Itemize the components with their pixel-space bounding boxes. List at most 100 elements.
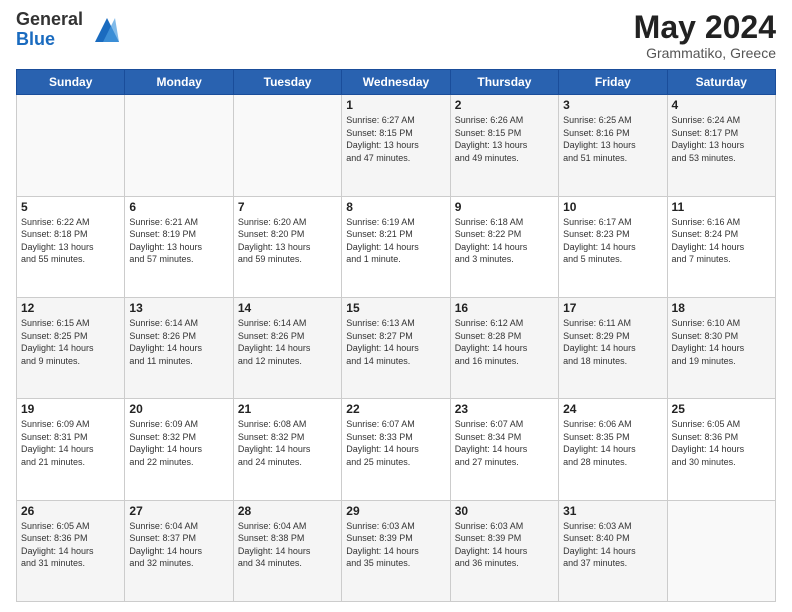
day-info: Sunrise: 6:04 AM Sunset: 8:37 PM Dayligh… [129, 520, 228, 570]
day-info: Sunrise: 6:09 AM Sunset: 8:31 PM Dayligh… [21, 418, 120, 468]
day-number: 3 [563, 98, 662, 112]
calendar-cell: 30 Sunrise: 6:03 AM Sunset: 8:39 PM Dayli… [450, 500, 558, 601]
day-number: 12 [21, 301, 120, 315]
calendar-cell [233, 95, 341, 196]
calendar-cell: 11Sunrise: 6:16 AM Sunset: 8:24 PM Dayli… [667, 196, 775, 297]
day-info: Sunrise: 6:21 AM Sunset: 8:19 PM Dayligh… [129, 216, 228, 266]
calendar-cell: 21 Sunrise: 6:08 AM Sunset: 8:32 PM Dayli… [233, 399, 341, 500]
calendar-cell: 23 Sunrise: 6:07 AM Sunset: 8:34 PM Dayli… [450, 399, 558, 500]
calendar-cell: 19 Sunrise: 6:09 AM Sunset: 8:31 PM Dayli… [17, 399, 125, 500]
day-info: Sunrise: 6:10 AM Sunset: 8:30 PM Dayligh… [672, 317, 771, 367]
location-subtitle: Grammatiko, Greece [634, 45, 776, 61]
day-number: 27 [129, 504, 228, 518]
calendar-cell: 29Sunrise: 6:03 AM Sunset: 8:39 PM Dayli… [342, 500, 450, 601]
day-info: Sunrise: 6:13 AM Sunset: 8:27 PM Dayligh… [346, 317, 445, 367]
day-info: Sunrise: 6:07 AM Sunset: 8:33 PM Dayligh… [346, 418, 445, 468]
logo-icon [87, 14, 119, 46]
calendar-cell [667, 500, 775, 601]
page: General Blue May 2024 Grammatiko, Greece… [0, 0, 792, 612]
calendar-cell: 1 Sunrise: 6:27 AM Sunset: 8:15 PM Daylig… [342, 95, 450, 196]
calendar-cell: 3 Sunrise: 6:25 AM Sunset: 8:16 PM Daylig… [559, 95, 667, 196]
calendar-cell: 10 Sunrise: 6:17 AM Sunset: 8:23 PM Dayli… [559, 196, 667, 297]
calendar-week-row: 12 Sunrise: 6:15 AM Sunset: 8:25 PM Dayli… [17, 297, 776, 398]
calendar-cell: 18 Sunrise: 6:10 AM Sunset: 8:30 PM Dayli… [667, 297, 775, 398]
day-number: 1 [346, 98, 445, 112]
day-info: Sunrise: 6:20 AM Sunset: 8:20 PM Dayligh… [238, 216, 337, 266]
day-number: 10 [563, 200, 662, 214]
logo-text: General Blue [16, 10, 83, 50]
day-number: 22 [346, 402, 445, 416]
day-number: 17 [563, 301, 662, 315]
calendar-week-row: 1 Sunrise: 6:27 AM Sunset: 8:15 PM Daylig… [17, 95, 776, 196]
day-number: 18 [672, 301, 771, 315]
calendar-cell: 17Sunrise: 6:11 AM Sunset: 8:29 PM Dayli… [559, 297, 667, 398]
day-info: Sunrise: 6:24 AM Sunset: 8:17 PM Dayligh… [672, 114, 771, 164]
day-info: Sunrise: 6:25 AM Sunset: 8:16 PM Dayligh… [563, 114, 662, 164]
weekday-header: Wednesday [342, 70, 450, 95]
calendar-week-row: 19 Sunrise: 6:09 AM Sunset: 8:31 PM Dayli… [17, 399, 776, 500]
calendar-week-row: 5 Sunrise: 6:22 AM Sunset: 8:18 PM Daylig… [17, 196, 776, 297]
header: General Blue May 2024 Grammatiko, Greece [16, 10, 776, 61]
day-info: Sunrise: 6:05 AM Sunset: 8:36 PM Dayligh… [672, 418, 771, 468]
calendar-cell [125, 95, 233, 196]
day-info: Sunrise: 6:17 AM Sunset: 8:23 PM Dayligh… [563, 216, 662, 266]
day-info: Sunrise: 6:22 AM Sunset: 8:18 PM Dayligh… [21, 216, 120, 266]
calendar-header-row: SundayMondayTuesdayWednesdayThursdayFrid… [17, 70, 776, 95]
calendar-cell: 20 Sunrise: 6:09 AM Sunset: 8:32 PM Dayli… [125, 399, 233, 500]
day-number: 16 [455, 301, 554, 315]
calendar-cell: 22 Sunrise: 6:07 AM Sunset: 8:33 PM Dayli… [342, 399, 450, 500]
day-number: 25 [672, 402, 771, 416]
day-number: 28 [238, 504, 337, 518]
day-info: Sunrise: 6:03 AM Sunset: 8:39 PM Dayligh… [455, 520, 554, 570]
day-number: 9 [455, 200, 554, 214]
day-info: Sunrise: 6:06 AM Sunset: 8:35 PM Dayligh… [563, 418, 662, 468]
day-number: 30 [455, 504, 554, 518]
day-number: 29 [346, 504, 445, 518]
calendar-cell: 6 Sunrise: 6:21 AM Sunset: 8:19 PM Daylig… [125, 196, 233, 297]
day-number: 21 [238, 402, 337, 416]
day-info: Sunrise: 6:03 AM Sunset: 8:40 PM Dayligh… [563, 520, 662, 570]
day-info: Sunrise: 6:26 AM Sunset: 8:15 PM Dayligh… [455, 114, 554, 164]
day-number: 2 [455, 98, 554, 112]
day-number: 5 [21, 200, 120, 214]
day-number: 11 [672, 200, 771, 214]
title-block: May 2024 Grammatiko, Greece [634, 10, 776, 61]
day-number: 20 [129, 402, 228, 416]
day-info: Sunrise: 6:08 AM Sunset: 8:32 PM Dayligh… [238, 418, 337, 468]
day-number: 24 [563, 402, 662, 416]
weekday-header: Saturday [667, 70, 775, 95]
day-info: Sunrise: 6:04 AM Sunset: 8:38 PM Dayligh… [238, 520, 337, 570]
day-info: Sunrise: 6:07 AM Sunset: 8:34 PM Dayligh… [455, 418, 554, 468]
calendar-cell: 26Sunrise: 6:05 AM Sunset: 8:36 PM Dayli… [17, 500, 125, 601]
day-number: 15 [346, 301, 445, 315]
weekday-header: Monday [125, 70, 233, 95]
calendar-cell: 28 Sunrise: 6:04 AM Sunset: 8:38 PM Dayli… [233, 500, 341, 601]
calendar-table: SundayMondayTuesdayWednesdayThursdayFrid… [16, 69, 776, 602]
day-number: 6 [129, 200, 228, 214]
logo: General Blue [16, 10, 119, 50]
calendar-cell: 5 Sunrise: 6:22 AM Sunset: 8:18 PM Daylig… [17, 196, 125, 297]
calendar-cell: 13 Sunrise: 6:14 AM Sunset: 8:26 PM Dayli… [125, 297, 233, 398]
day-info: Sunrise: 6:05 AM Sunset: 8:36 PM Dayligh… [21, 520, 120, 570]
month-title: May 2024 [634, 10, 776, 45]
day-info: Sunrise: 6:09 AM Sunset: 8:32 PM Dayligh… [129, 418, 228, 468]
day-info: Sunrise: 6:27 AM Sunset: 8:15 PM Dayligh… [346, 114, 445, 164]
day-info: Sunrise: 6:14 AM Sunset: 8:26 PM Dayligh… [129, 317, 228, 367]
calendar-cell: 27 Sunrise: 6:04 AM Sunset: 8:37 PM Dayli… [125, 500, 233, 601]
calendar-cell: 25 Sunrise: 6:05 AM Sunset: 8:36 PM Dayli… [667, 399, 775, 500]
calendar-cell: 4Sunrise: 6:24 AM Sunset: 8:17 PM Daylig… [667, 95, 775, 196]
calendar-cell: 24 Sunrise: 6:06 AM Sunset: 8:35 PM Dayli… [559, 399, 667, 500]
day-info: Sunrise: 6:14 AM Sunset: 8:26 PM Dayligh… [238, 317, 337, 367]
day-number: 31 [563, 504, 662, 518]
day-info: Sunrise: 6:15 AM Sunset: 8:25 PM Dayligh… [21, 317, 120, 367]
day-number: 23 [455, 402, 554, 416]
day-number: 13 [129, 301, 228, 315]
weekday-header: Tuesday [233, 70, 341, 95]
day-number: 7 [238, 200, 337, 214]
calendar-week-row: 26Sunrise: 6:05 AM Sunset: 8:36 PM Dayli… [17, 500, 776, 601]
calendar-cell: 9Sunrise: 6:18 AM Sunset: 8:22 PM Daylig… [450, 196, 558, 297]
weekday-header: Friday [559, 70, 667, 95]
day-info: Sunrise: 6:19 AM Sunset: 8:21 PM Dayligh… [346, 216, 445, 266]
day-number: 19 [21, 402, 120, 416]
calendar-cell [17, 95, 125, 196]
